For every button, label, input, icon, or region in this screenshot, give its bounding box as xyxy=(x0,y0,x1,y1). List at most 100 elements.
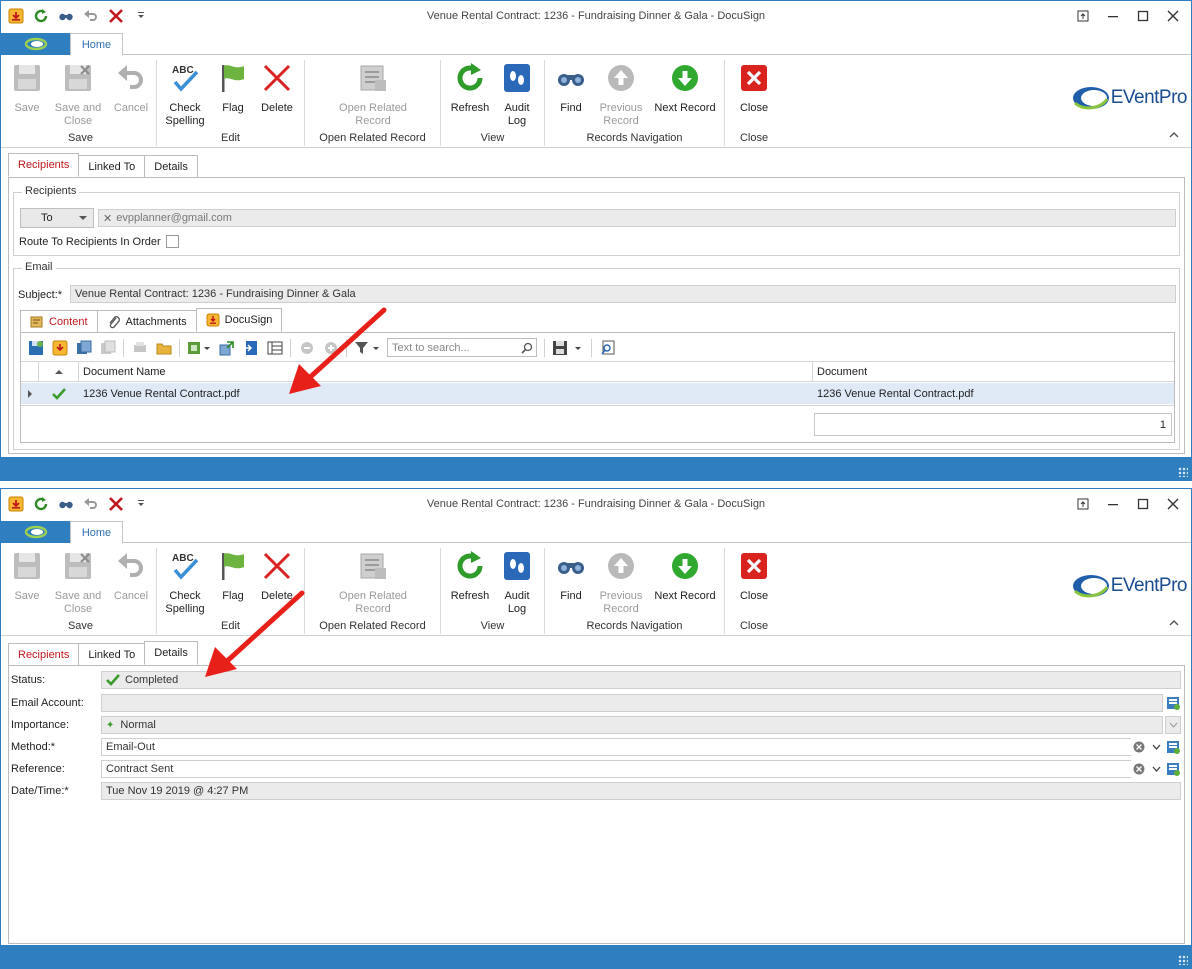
previous-record-button[interactable]: Previous Record xyxy=(595,550,647,616)
document-column-header[interactable]: Document xyxy=(813,362,1174,382)
import-icon[interactable] xyxy=(242,339,259,356)
find-button[interactable]: Find xyxy=(551,62,591,115)
delete-button[interactable]: Delete xyxy=(257,62,297,115)
flag-button[interactable]: Flag xyxy=(215,550,251,603)
save-button[interactable]: Save xyxy=(7,62,47,115)
tab-details[interactable]: Details xyxy=(144,641,198,665)
group-label-records-navigation: Records Navigation xyxy=(586,132,683,144)
maximize-icon[interactable] xyxy=(1135,495,1151,513)
column-chooser-icon[interactable] xyxy=(266,339,283,356)
plus-circle-disabled-icon[interactable] xyxy=(322,339,339,356)
table-row[interactable]: 1236 Venue Rental Contract.pdf 1236 Venu… xyxy=(21,383,1174,404)
row-expand-icon[interactable] xyxy=(21,389,39,398)
status-column-header[interactable] xyxy=(39,362,79,382)
filter-dropdown-icon[interactable] xyxy=(354,339,380,356)
find-button[interactable]: Find xyxy=(551,550,591,603)
email-account-field[interactable] xyxy=(101,694,1163,712)
refresh-button[interactable]: Refresh xyxy=(447,62,493,115)
tab-linked-to[interactable]: Linked To xyxy=(78,643,146,665)
layout-dropdown-icon[interactable] xyxy=(187,339,211,356)
file-menu-button[interactable] xyxy=(1,521,70,543)
save-button[interactable]: Save xyxy=(7,550,47,603)
delete-button[interactable]: Delete xyxy=(257,550,297,603)
subject-input[interactable]: Venue Rental Contract: 1236 - Fundraisin… xyxy=(70,285,1176,303)
email-account-lookup-icon[interactable] xyxy=(1165,694,1181,712)
window-close-icon[interactable] xyxy=(1165,495,1181,513)
tab-linked-to[interactable]: Linked To xyxy=(78,155,146,177)
save-layout-dropdown-icon[interactable] xyxy=(552,339,584,356)
method-dropdown-icon[interactable] xyxy=(1148,738,1164,756)
previous-record-button[interactable]: Previous Record xyxy=(595,62,647,128)
remove-chip-icon[interactable]: ✕ xyxy=(103,212,112,225)
check-spelling-button[interactable]: ABC Check Spelling xyxy=(161,62,209,128)
duplicate-disabled-icon[interactable] xyxy=(99,339,116,356)
open-folder-icon[interactable] xyxy=(155,339,172,356)
pin-icon[interactable] xyxy=(1075,495,1091,513)
route-in-order-checkbox[interactable] xyxy=(166,235,179,248)
file-menu-button[interactable] xyxy=(1,33,70,55)
close-button[interactable]: Close xyxy=(734,62,774,115)
svg-text:ABC: ABC xyxy=(172,553,194,564)
grid-search-input[interactable]: Text to search... xyxy=(387,338,537,357)
method-clear-icon[interactable] xyxy=(1131,738,1147,756)
export-icon[interactable] xyxy=(218,339,235,356)
paperclip-icon xyxy=(107,315,121,329)
audit-log-button[interactable]: Audit Log xyxy=(497,62,537,128)
save-sign-icon[interactable] xyxy=(27,339,44,356)
close-red-box-icon xyxy=(738,62,770,94)
find-record-icon[interactable] xyxy=(599,339,616,356)
recipient-type-select[interactable]: To xyxy=(20,208,94,228)
reference-select[interactable]: Contract Sent xyxy=(101,760,1145,778)
tab-recipients[interactable]: Recipients xyxy=(8,153,80,177)
method-select[interactable]: Email-Out xyxy=(101,738,1145,756)
documents-grid: Document Name Document 1236 Venue Rental… xyxy=(21,361,1174,443)
audit-log-button[interactable]: Audit Log xyxy=(497,550,537,616)
subtab-content[interactable]: Content xyxy=(20,310,98,332)
importance-dropdown-icon[interactable] xyxy=(1165,716,1181,734)
document-name-column-header[interactable]: Document Name xyxy=(79,362,813,382)
maximize-icon[interactable] xyxy=(1135,7,1151,25)
window-close-icon[interactable] xyxy=(1165,7,1181,25)
binoculars-icon xyxy=(555,62,587,94)
close-button[interactable]: Close xyxy=(734,550,774,603)
save-and-close-button[interactable]: Save and Close xyxy=(53,550,103,616)
tab-details[interactable]: Details xyxy=(144,155,198,177)
pin-icon[interactable] xyxy=(1075,7,1091,25)
minimize-icon[interactable] xyxy=(1105,495,1121,513)
collapse-ribbon-icon[interactable] xyxy=(1169,130,1179,141)
recipient-email-input[interactable]: ✕ evpplanner@gmail.com xyxy=(98,209,1176,227)
resize-grip-icon[interactable] xyxy=(1178,467,1188,477)
open-related-record-button[interactable]: Open Related Record xyxy=(333,550,413,616)
save-and-close-button[interactable]: Save and Close xyxy=(53,62,103,128)
copy-record-icon[interactable] xyxy=(75,339,92,356)
next-record-button[interactable]: Next Record xyxy=(651,62,719,115)
reference-clear-icon[interactable] xyxy=(1131,760,1147,778)
flag-button[interactable]: Flag xyxy=(215,62,251,115)
next-record-button[interactable]: Next Record xyxy=(651,550,719,603)
refresh-button[interactable]: Refresh xyxy=(447,550,493,603)
subtab-docusign[interactable]: DocuSign xyxy=(195,308,283,332)
resize-grip-icon[interactable] xyxy=(1178,955,1188,965)
status-label: Status: xyxy=(11,674,46,686)
search-icon[interactable] xyxy=(521,342,533,354)
collapse-ribbon-icon[interactable] xyxy=(1169,618,1179,629)
open-related-record-button[interactable]: Open Related Record xyxy=(333,62,413,128)
group-label-close: Close xyxy=(739,132,769,144)
tab-home[interactable]: Home xyxy=(70,521,123,544)
reference-dropdown-icon[interactable] xyxy=(1148,760,1164,778)
method-lookup-icon[interactable] xyxy=(1165,738,1181,756)
subtab-attachments[interactable]: Attachments xyxy=(96,310,197,332)
spell-check-icon: ABC xyxy=(169,550,201,582)
cancel-button[interactable]: Cancel xyxy=(109,62,153,115)
print-disabled-icon[interactable] xyxy=(131,339,148,356)
minimize-icon[interactable] xyxy=(1105,7,1121,25)
cancel-button[interactable]: Cancel xyxy=(109,550,153,603)
check-spelling-button[interactable]: ABC Check Spelling xyxy=(161,550,209,616)
minus-circle-disabled-icon[interactable] xyxy=(298,339,315,356)
tab-home[interactable]: Home xyxy=(70,33,123,56)
tab-recipients[interactable]: Recipients xyxy=(8,643,80,665)
docusign-panel: Text to search... Document Name Document… xyxy=(20,332,1175,443)
importance-select[interactable]: ✦ Normal xyxy=(101,716,1163,734)
docusign-send-icon[interactable] xyxy=(51,339,68,356)
reference-lookup-icon[interactable] xyxy=(1165,760,1181,778)
